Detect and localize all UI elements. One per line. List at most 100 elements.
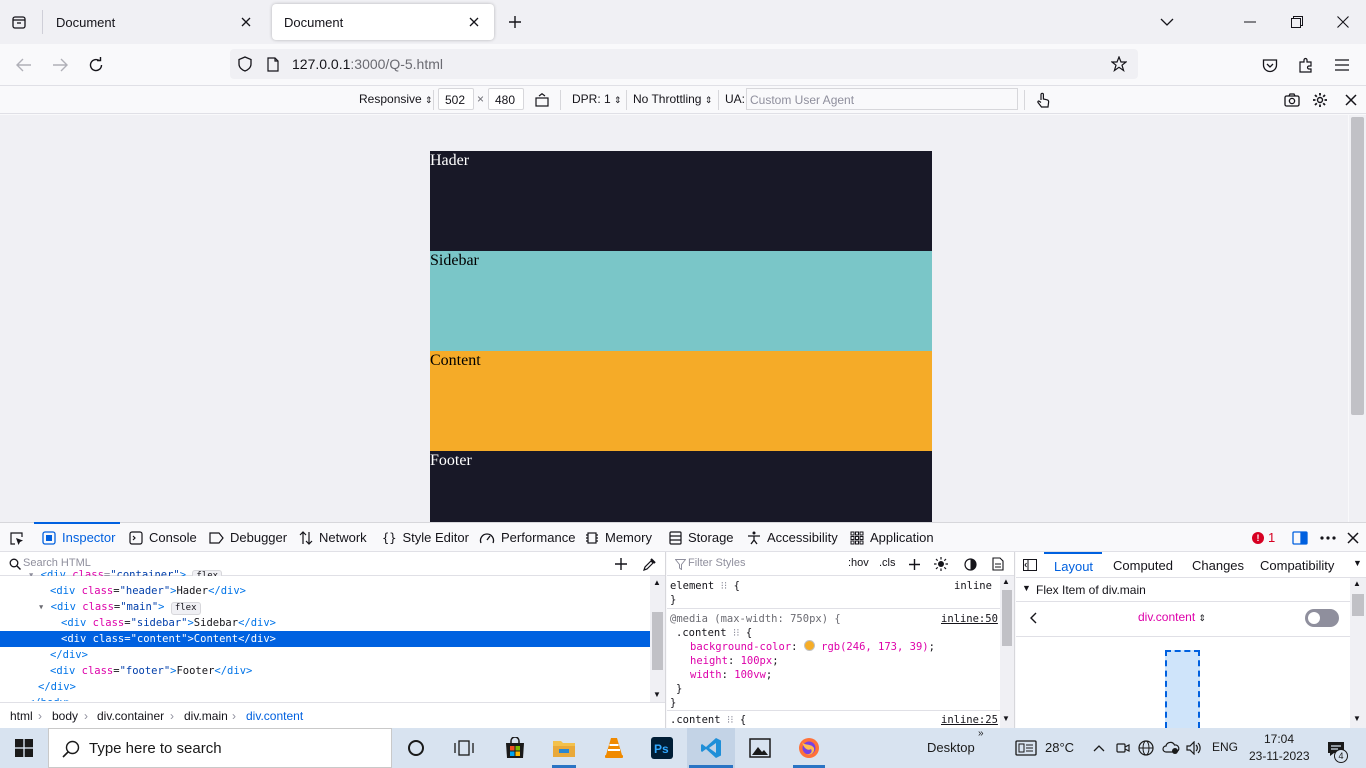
tab-computed[interactable]: Computed bbox=[1113, 558, 1173, 573]
scroll-up-arrow[interactable]: ▲ bbox=[653, 578, 661, 587]
markup-scrollbar[interactable]: ▲ ▼ bbox=[650, 576, 665, 702]
tab-layout[interactable]: Layout bbox=[1044, 552, 1102, 577]
close-devtools-icon[interactable] bbox=[1344, 529, 1362, 547]
tab-application[interactable]: Application bbox=[850, 523, 934, 552]
print-media-icon[interactable] bbox=[991, 557, 1005, 571]
markup-line-sidebar[interactable]: <div class="sidebar">Sidebar</div> bbox=[61, 615, 276, 631]
add-rule-icon[interactable] bbox=[907, 557, 921, 571]
scroll-down-arrow[interactable]: ▼ bbox=[1353, 714, 1361, 723]
breadcrumb-item[interactable]: div.main bbox=[184, 709, 228, 723]
close-tab-icon[interactable] bbox=[466, 14, 482, 30]
tab-storage[interactable]: Storage bbox=[669, 523, 734, 552]
tabs-overflow-icon[interactable]: ▼ bbox=[1353, 558, 1362, 568]
user-agent-input[interactable]: Custom User Agent bbox=[746, 88, 1018, 110]
flex-item-section-header[interactable]: ▼ Flex Item of div.main bbox=[1016, 578, 1350, 602]
element-picker-icon[interactable] bbox=[7, 529, 25, 547]
shield-icon[interactable] bbox=[236, 55, 254, 73]
light-scheme-icon[interactable] bbox=[934, 557, 948, 571]
windows-start-icon[interactable] bbox=[14, 738, 34, 758]
add-node-icon[interactable] bbox=[612, 555, 630, 573]
page-icon[interactable] bbox=[264, 55, 282, 73]
back-icon[interactable] bbox=[14, 55, 34, 75]
rule-content-2[interactable]: .content ⁝⁝ { bbox=[670, 713, 746, 727]
scrollbar-thumb[interactable] bbox=[1351, 117, 1364, 415]
task-view-icon[interactable] bbox=[453, 738, 475, 758]
toggle-3pane-icon[interactable] bbox=[1022, 557, 1038, 573]
weather-icon[interactable] bbox=[1014, 739, 1038, 757]
microsoft-store-icon[interactable] bbox=[503, 736, 527, 760]
dpr-selector[interactable]: DPR: 1 ⇕ bbox=[572, 92, 622, 106]
touch-simulation-icon[interactable] bbox=[1034, 91, 1052, 109]
declaration-background[interactable]: background-color: rgb(246, 173, 39); bbox=[690, 640, 935, 654]
rotate-icon[interactable] bbox=[533, 92, 551, 108]
viewport-width-input[interactable]: 502 bbox=[438, 88, 474, 110]
viewport-height-input[interactable]: 480 bbox=[488, 88, 524, 110]
reload-icon[interactable] bbox=[86, 55, 106, 75]
clock-date[interactable]: 23-11-2023 bbox=[1249, 749, 1310, 763]
declaration-height[interactable]: height: 100px; bbox=[690, 654, 779, 668]
forward-icon[interactable] bbox=[50, 55, 70, 75]
show-hidden-icons-icon[interactable] bbox=[1091, 740, 1107, 756]
breadcrumb-item[interactable]: div.container bbox=[97, 709, 164, 723]
browser-tab-active[interactable]: Document bbox=[272, 4, 494, 40]
device-selector[interactable]: Responsive ⇕ bbox=[359, 92, 433, 106]
clock-time[interactable]: 17:04 bbox=[1264, 732, 1294, 746]
restore-icon[interactable] bbox=[1287, 12, 1307, 32]
tab-inspector[interactable]: Inspector bbox=[42, 523, 115, 552]
network-globe-icon[interactable] bbox=[1137, 739, 1155, 757]
close-tab-icon[interactable] bbox=[238, 14, 254, 30]
back-chevron-icon[interactable] bbox=[1026, 610, 1040, 626]
rule-source-link[interactable]: inline:25 bbox=[941, 713, 998, 727]
breadcrumb-item[interactable]: html bbox=[10, 709, 33, 723]
tab-accessibility[interactable]: Accessibility bbox=[747, 523, 838, 552]
markup-line-header[interactable]: <div class="header">Hader</div> bbox=[50, 583, 246, 599]
chevron-down-icon[interactable] bbox=[1157, 12, 1177, 32]
scrollbar-thumb[interactable] bbox=[652, 612, 663, 670]
media-source-link[interactable]: inline:50 bbox=[941, 612, 998, 626]
cortana-icon[interactable] bbox=[406, 738, 426, 758]
tab-compatibility[interactable]: Compatibility bbox=[1260, 558, 1334, 573]
url-text[interactable]: 127.0.0.1:3000/Q-5.html bbox=[292, 56, 443, 72]
vscode-icon[interactable] bbox=[699, 736, 723, 760]
rule-element[interactable]: element ⁝⁝ { bbox=[670, 579, 740, 593]
list-all-tabs-icon[interactable] bbox=[8, 12, 30, 32]
more-options-icon[interactable] bbox=[1318, 529, 1338, 547]
markup-line-content-selected[interactable]: <div class="content">Content</div> bbox=[0, 631, 650, 647]
scrollbar-thumb[interactable] bbox=[1352, 594, 1364, 616]
scrollbar-thumb[interactable] bbox=[1002, 590, 1012, 646]
url-bar[interactable]: 127.0.0.1:3000/Q-5.html bbox=[230, 49, 1138, 79]
hov-toggle[interactable]: :hov bbox=[848, 557, 869, 569]
meet-now-icon[interactable] bbox=[1114, 739, 1132, 757]
bookmark-star-icon[interactable] bbox=[1110, 55, 1128, 73]
tab-style-editor[interactable]: {} Style Editor bbox=[382, 523, 469, 552]
toggle-split-rules-icon[interactable] bbox=[1290, 529, 1310, 547]
close-window-icon[interactable] bbox=[1333, 12, 1353, 32]
minimize-icon[interactable] bbox=[1240, 12, 1260, 32]
extensions-icon[interactable] bbox=[1296, 55, 1316, 75]
toolbar-expand-icon[interactable]: » bbox=[978, 728, 984, 739]
color-swatch[interactable] bbox=[803, 640, 815, 651]
layout-scrollbar[interactable]: ▲ ▼ bbox=[1350, 578, 1366, 728]
tab-network[interactable]: Network bbox=[299, 523, 367, 552]
menu-icon[interactable] bbox=[1332, 55, 1352, 75]
cls-toggle[interactable]: .cls bbox=[879, 557, 896, 569]
flex-item-selector[interactable]: div.content ⇕ bbox=[1138, 610, 1206, 624]
filter-styles-input[interactable]: Filter Styles bbox=[688, 557, 745, 569]
close-rdm-icon[interactable] bbox=[1341, 91, 1361, 109]
tab-memory[interactable]: Memory bbox=[585, 523, 652, 552]
dark-scheme-icon[interactable] bbox=[963, 557, 977, 571]
tab-performance[interactable]: Performance bbox=[479, 523, 575, 552]
new-tab-icon[interactable] bbox=[505, 12, 525, 32]
rules-scrollbar[interactable]: ▲ ▼ bbox=[1000, 576, 1014, 728]
file-explorer-icon[interactable] bbox=[552, 736, 576, 760]
error-count[interactable]: ! 1 bbox=[1252, 523, 1275, 552]
weather-temperature[interactable]: 28°C bbox=[1045, 740, 1074, 755]
browser-tab[interactable]: Document bbox=[44, 4, 266, 40]
rule-content[interactable]: .content ⁝⁝ { bbox=[676, 626, 752, 640]
scroll-up-arrow[interactable]: ▲ bbox=[1002, 577, 1010, 586]
markup-line-main[interactable]: ▾ <div class="main"> flex bbox=[38, 599, 201, 615]
tab-console[interactable]: Console bbox=[129, 523, 197, 552]
declaration-width[interactable]: width: 100vw; bbox=[690, 668, 772, 682]
markup-line-container-close[interactable]: </div> bbox=[38, 679, 76, 695]
taskbar-search-box[interactable]: Type here to search bbox=[48, 728, 392, 768]
